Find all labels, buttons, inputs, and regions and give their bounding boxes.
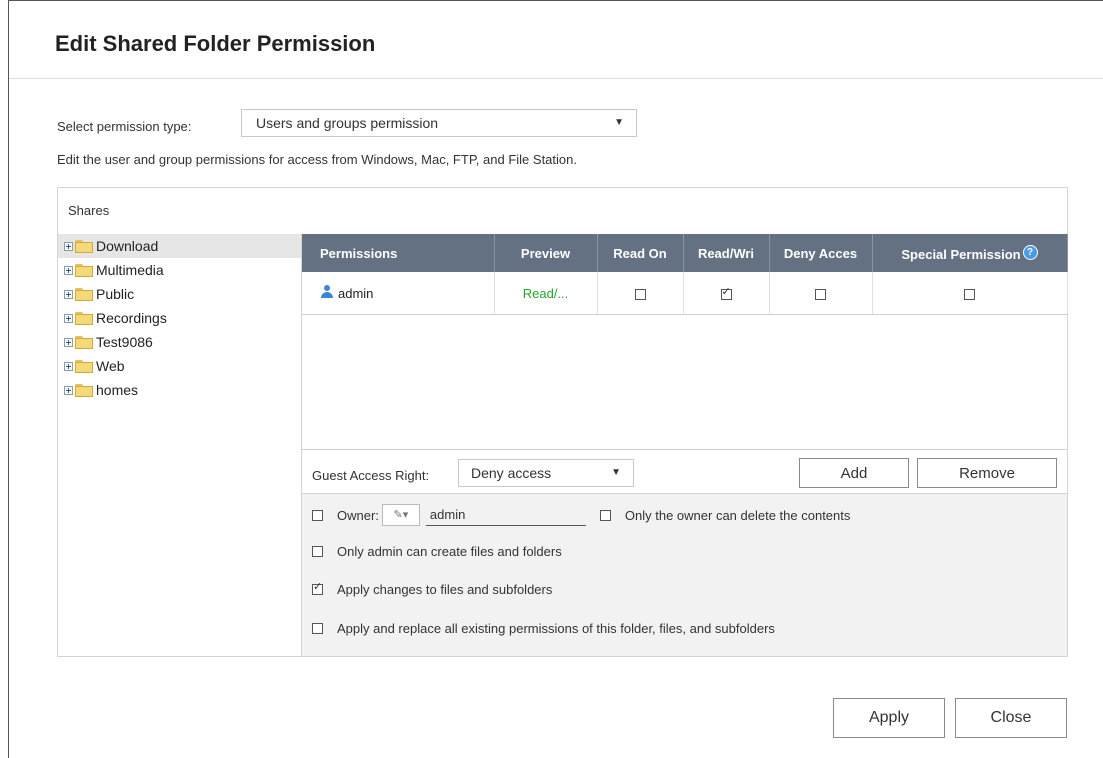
preview-cell: Read/...	[494, 272, 598, 315]
guest-access-row: Guest Access Right: Deny access ▼ Add Re…	[302, 449, 1067, 494]
only-owner-delete-option: Only the owner can delete the contents	[599, 507, 851, 523]
owner-checkbox[interactable]	[312, 509, 323, 521]
apply-button[interactable]: Apply	[833, 698, 945, 738]
tree-item-download[interactable]: Download	[58, 234, 301, 258]
permissions-table: Permissions Preview Read On Read/Wri Den…	[302, 234, 1068, 315]
special-permission-cell	[872, 272, 1068, 315]
chevron-down-icon: ▼	[614, 117, 624, 128]
shares-header-label: Shares	[68, 203, 110, 218]
tree-item-label: Multimedia	[96, 262, 164, 278]
add-button[interactable]: Add	[799, 458, 909, 488]
read-write-checkbox[interactable]	[720, 285, 732, 300]
folder-icon	[75, 311, 93, 325]
expand-icon[interactable]	[64, 265, 73, 275]
permission-description: Edit the user and group permissions for …	[57, 152, 577, 167]
expand-icon[interactable]	[64, 289, 73, 299]
permissions-grid: Permissions Preview Read On Read/Wri Den…	[302, 234, 1068, 449]
column-header-read-write[interactable]: Read/Wri	[683, 234, 770, 272]
column-header-special-permission[interactable]: Special Permission?	[872, 234, 1068, 272]
chevron-down-icon: ▼	[611, 467, 621, 478]
folder-icon	[75, 383, 93, 397]
close-button[interactable]: Close	[955, 698, 1067, 738]
read-only-cell	[597, 272, 684, 315]
apply-replace-checkbox[interactable]	[312, 623, 323, 634]
dialog-window: Edit Shared Folder Permission Select per…	[8, 0, 1103, 758]
tree-item-label: Download	[96, 238, 159, 254]
help-icon[interactable]: ?	[1022, 244, 1038, 260]
tree-item-label: Public	[96, 286, 135, 302]
edit-icon[interactable]: ✎▾	[381, 504, 420, 526]
only-admin-create-label: Only admin can create files and folders	[337, 544, 562, 559]
tree-item-label: Recordings	[96, 310, 167, 326]
apply-changes-checkbox[interactable]	[312, 580, 323, 595]
guest-access-select[interactable]: Deny access ▼	[458, 459, 634, 487]
guest-access-label: Guest Access Right:	[312, 468, 430, 483]
tree-item-multimedia[interactable]: Multimedia	[58, 258, 301, 282]
tree-item-homes[interactable]: homes	[58, 378, 301, 402]
column-header-read-only[interactable]: Read On	[597, 234, 684, 272]
expand-icon[interactable]	[64, 313, 73, 323]
apply-replace-option: Apply and replace all existing permissio…	[312, 621, 775, 636]
shares-panel: Shares Download Multimedia Public Record…	[57, 187, 1068, 657]
owner-option: Owner: ✎▾ Only the owner can delete the …	[312, 504, 850, 526]
only-owner-delete-checkbox[interactable]	[599, 509, 611, 521]
expand-icon[interactable]	[64, 385, 73, 395]
tree-item-label: Web	[96, 358, 125, 374]
remove-button[interactable]: Remove	[917, 458, 1057, 488]
read-only-checkbox[interactable]	[634, 288, 646, 300]
special-permission-checkbox[interactable]	[964, 288, 975, 300]
user-icon	[320, 285, 334, 299]
only-owner-delete-label: Only the owner can delete the contents	[624, 507, 851, 523]
apply-changes-option: Apply changes to files and subfolders	[312, 580, 553, 597]
deny-access-checkbox[interactable]	[815, 288, 826, 300]
tree-item-web[interactable]: Web	[58, 354, 301, 378]
permission-type-select[interactable]: Users and groups permission ▼	[241, 109, 637, 137]
folder-icon	[75, 287, 93, 301]
tree-item-test9086[interactable]: Test9086	[58, 330, 301, 354]
folder-tree: Download Multimedia Public Recordings Te	[58, 234, 302, 656]
permission-type-label: Select permission type:	[57, 119, 192, 134]
tree-item-label: homes	[96, 382, 139, 398]
folder-icon	[75, 335, 93, 349]
table-header-row: Permissions Preview Read On Read/Wri Den…	[302, 234, 1068, 272]
tree-item-label: Test9086	[96, 334, 153, 350]
column-header-permissions[interactable]: Permissions	[302, 234, 495, 272]
permission-type-value: Users and groups permission	[256, 115, 439, 131]
expand-icon[interactable]	[64, 337, 73, 347]
guest-access-value: Deny access	[471, 465, 552, 481]
apply-changes-label: Apply changes to files and subfolders	[337, 582, 553, 597]
shares-header: Shares	[58, 188, 1067, 235]
dialog-title: Edit Shared Folder Permission	[55, 31, 376, 56]
only-admin-create-checkbox[interactable]	[312, 546, 323, 557]
expand-icon[interactable]	[64, 361, 73, 371]
user-cell: admin	[302, 272, 495, 315]
column-header-deny-access[interactable]: Deny Acces	[769, 234, 873, 272]
options-panel: Owner: ✎▾ Only the owner can delete the …	[302, 493, 1067, 656]
only-admin-create-option: Only admin can create files and folders	[312, 544, 562, 559]
column-header-preview[interactable]: Preview	[494, 234, 598, 272]
user-name: admin	[338, 286, 374, 301]
expand-icon[interactable]	[64, 241, 73, 251]
tree-item-public[interactable]: Public	[58, 282, 301, 306]
special-permission-label: Special Permission	[901, 246, 1021, 262]
title-divider	[9, 78, 1103, 79]
deny-access-cell	[769, 272, 873, 315]
apply-replace-label: Apply and replace all existing permissio…	[337, 621, 775, 636]
table-row[interactable]: admin Read/...	[302, 272, 1068, 315]
owner-label: Owner:	[337, 507, 379, 523]
owner-field[interactable]	[425, 504, 586, 526]
tree-item-recordings[interactable]: Recordings	[58, 306, 301, 330]
folder-icon	[75, 263, 93, 277]
folder-icon	[75, 359, 93, 373]
folder-icon	[75, 239, 93, 253]
read-write-cell	[683, 272, 770, 315]
